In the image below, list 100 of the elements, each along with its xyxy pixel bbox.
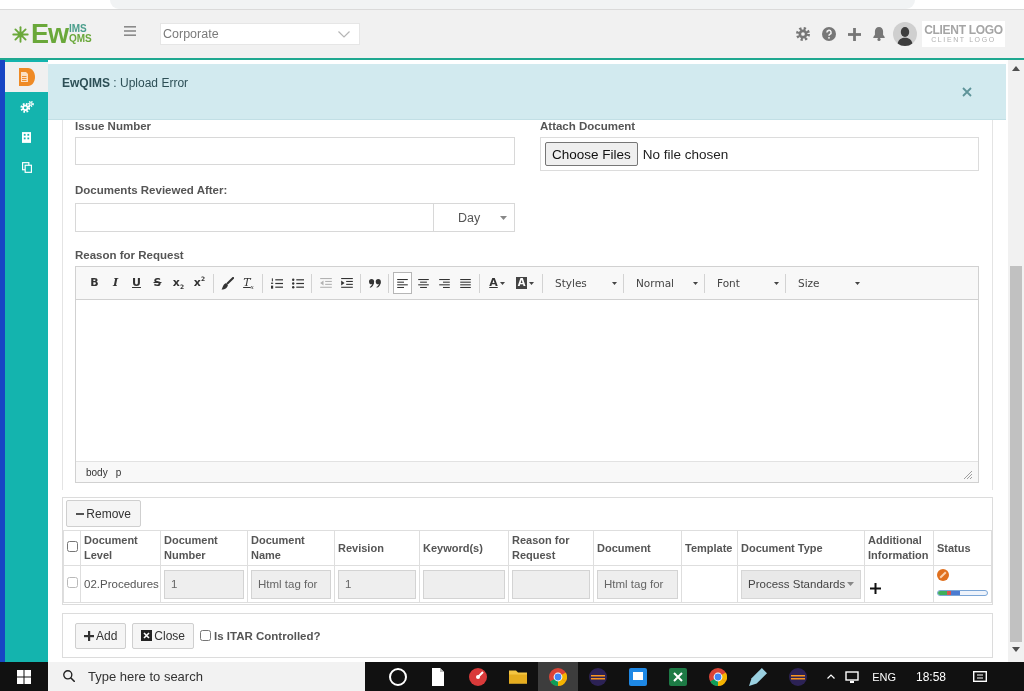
bell-icon[interactable]: [873, 27, 885, 41]
document-type-select[interactable]: Process Standards: [741, 569, 861, 599]
subscript-button[interactable]: x$_{2}$: [169, 273, 188, 293]
orb-icon: [589, 667, 607, 686]
date-field[interactable]: [75, 203, 434, 232]
language-indicator[interactable]: ENG: [872, 670, 896, 683]
menu-icon[interactable]: [124, 26, 136, 36]
caret-down-icon: [612, 281, 617, 285]
outdent-icon: [319, 278, 332, 288]
caret-down-icon: [693, 281, 698, 285]
four-squares-icon: [17, 669, 31, 684]
document-icon: [18, 68, 35, 86]
monitor-icon[interactable]: [845, 670, 860, 683]
justify-icon: [460, 278, 471, 288]
toolbar-dropdown[interactable]: Normal: [633, 273, 701, 293]
column-header: Document Number: [160, 530, 248, 566]
underline-button[interactable]: U: [127, 273, 146, 293]
gears-icon: [19, 101, 34, 113]
choose-files-button[interactable]: Choose Files: [545, 142, 638, 166]
color-wheel-icon: [549, 667, 567, 686]
toolbar-dropdown[interactable]: Styles: [552, 273, 620, 293]
superscript-button[interactable]: x$^{2}$: [190, 273, 209, 293]
indent-icon: [340, 278, 353, 288]
plus-icon[interactable]: [870, 582, 881, 594]
orb-icon: [789, 667, 807, 686]
remove-button[interactable]: Remove: [66, 500, 141, 527]
settings-icon[interactable]: [796, 27, 810, 41]
issue-number-field[interactable]: [75, 137, 515, 165]
alert-message: EwQIMS : Upload Error: [62, 76, 189, 90]
field-label: Attach Document: [540, 120, 637, 132]
plus-icon: [84, 630, 94, 641]
file-upload-field[interactable]: Choose Files No file chosen: [540, 137, 979, 171]
pen-icon: [749, 667, 767, 686]
logo-subscript: QMS: [69, 34, 92, 44]
logo-superscript: IMS: [69, 24, 88, 34]
column-header: Keyword(s): [419, 530, 509, 566]
avatar-icon[interactable]: [893, 22, 917, 46]
no-entry-icon: [937, 569, 949, 581]
background-color-button[interactable]: A: [512, 273, 538, 293]
chevron-down-icon: [338, 30, 350, 38]
color-wheel-icon: [709, 667, 727, 686]
field-label: Issue Number: [75, 120, 153, 132]
checkbox[interactable]: [200, 630, 212, 641]
scrollbar-track[interactable]: [1008, 60, 1024, 662]
add-button[interactable]: Add: [75, 622, 127, 649]
close-button[interactable]: Close: [132, 622, 195, 649]
column-header: Document Type: [737, 530, 865, 566]
sunburst-icon: [12, 25, 29, 43]
keywords-field[interactable]: [423, 569, 505, 599]
bulleted-list-icon: [291, 277, 304, 289]
caret-down-icon: [499, 281, 505, 285]
message-icon[interactable]: [973, 671, 987, 682]
building-icon: [22, 131, 31, 143]
italic-button[interactable]: I: [106, 273, 125, 293]
document-name-field[interactable]: Html tag for: [251, 569, 331, 599]
caret-down-icon: [529, 281, 535, 285]
unit-select[interactable]: Day: [434, 203, 515, 232]
client-logo-text: CLIENT LOGO: [924, 24, 1003, 36]
toolbar-dropdown[interactable]: Size: [795, 273, 863, 293]
caret-up-icon[interactable]: [827, 674, 836, 679]
logo-wordmark: Ew: [31, 20, 68, 48]
text-color-button[interactable]: A: [484, 273, 510, 293]
close-icon[interactable]: [962, 86, 972, 97]
element-path-link[interactable]: p: [115, 466, 122, 478]
checkbox[interactable]: [66, 577, 78, 588]
revision-field[interactable]: 1: [338, 569, 416, 599]
align-center-icon: [418, 278, 429, 288]
minus-icon: [76, 512, 85, 515]
document-number-field[interactable]: 1: [164, 569, 244, 599]
field-label: Documents Reviewed After:: [75, 184, 229, 196]
element-path-link[interactable]: body: [86, 466, 108, 478]
help-icon[interactable]: [822, 27, 836, 41]
search-icon: [63, 670, 75, 682]
site-select[interactable]: Corporate: [160, 23, 360, 45]
resize-grip-icon[interactable]: [964, 471, 972, 479]
scroll-down-icon[interactable]: [1012, 647, 1020, 652]
remove-format-button[interactable]: T$_{x}$: [239, 273, 258, 293]
document-field[interactable]: Html tag for: [597, 569, 678, 599]
bold-button[interactable]: B: [85, 273, 104, 293]
column-header: Reason for Request: [508, 530, 594, 566]
reason-field[interactable]: [512, 569, 590, 599]
checkbox[interactable]: [66, 540, 78, 552]
column-header: Revision: [334, 530, 420, 566]
align-left-button[interactable]: [393, 272, 412, 294]
caret-down-icon: [855, 281, 860, 285]
scrollbar-thumb[interactable]: [1010, 266, 1022, 642]
column-header: Document Level: [80, 530, 161, 566]
quote-icon: [368, 278, 381, 288]
taskbar-app-button[interactable]: [538, 662, 578, 691]
column-header: Status: [933, 530, 992, 566]
strikethrough-button[interactable]: S: [148, 273, 167, 293]
ring-icon: [389, 667, 407, 686]
search-field[interactable]: Type here to search: [48, 662, 365, 691]
caret-down-icon: [774, 281, 779, 285]
toolbar-dropdown[interactable]: Font: [714, 273, 782, 293]
cross-tile-icon: [669, 667, 687, 686]
file-status-text: No file chosen: [642, 146, 729, 162]
numbered-list-icon: [270, 277, 283, 289]
scroll-up-icon[interactable]: [1012, 66, 1020, 71]
clock-time[interactable]: 18:58: [915, 669, 946, 684]
